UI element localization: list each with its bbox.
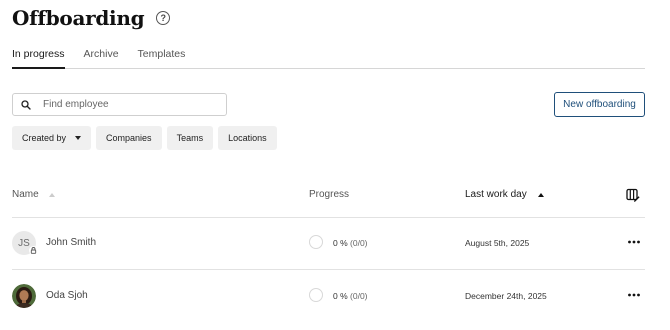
progress-fraction: (0/0) xyxy=(350,238,368,248)
filter-locations[interactable]: Locations xyxy=(218,126,277,150)
sort-ascending-icon xyxy=(537,192,544,197)
row-divider xyxy=(12,269,645,270)
filter-created-by-label: Created by xyxy=(22,133,67,143)
filter-teams[interactable]: Teams xyxy=(166,126,214,150)
progress-value: 0 % (0/0) xyxy=(333,238,368,248)
column-header-last-work-day-label: Last work day xyxy=(465,189,527,200)
progress-ring-icon xyxy=(309,235,323,249)
more-options-icon[interactable] xyxy=(627,288,641,302)
tab-templates[interactable]: Templates xyxy=(138,46,186,69)
last-work-day: December 24th, 2025 xyxy=(465,291,547,301)
column-settings-icon[interactable] xyxy=(626,188,640,207)
progress-percent: 0 % xyxy=(333,238,348,248)
search-box[interactable] xyxy=(12,93,227,116)
avatar xyxy=(12,284,36,308)
table-header-divider xyxy=(12,217,645,218)
table-row[interactable]: Oda Sjoh 0 % (0/0) December 24th, 2025 xyxy=(0,277,670,317)
tab-in-progress[interactable]: In progress xyxy=(12,46,65,69)
progress-fraction: (0/0) xyxy=(350,291,368,301)
tab-bar: In progress Archive Templates xyxy=(12,46,645,69)
employee-name[interactable]: John Smith xyxy=(46,237,96,248)
progress-ring-icon xyxy=(309,288,323,302)
filter-companies[interactable]: Companies xyxy=(96,126,162,150)
filter-created-by[interactable]: Created by xyxy=(12,126,92,150)
more-options-icon[interactable] xyxy=(627,235,641,249)
caret-down-icon xyxy=(75,136,82,140)
column-header-last-work-day[interactable]: Last work day xyxy=(465,189,544,200)
column-header-name[interactable]: Name xyxy=(12,189,55,200)
search-input[interactable] xyxy=(43,99,203,110)
employee-name[interactable]: Oda Sjoh xyxy=(46,290,88,301)
page-title: Offboarding xyxy=(12,6,145,30)
filter-bar: Created by Companies Teams Locations xyxy=(12,126,282,150)
tab-archive[interactable]: Archive xyxy=(84,46,119,69)
progress-percent: 0 % xyxy=(333,291,348,301)
sort-icon xyxy=(48,192,55,197)
search-icon xyxy=(21,99,31,110)
new-offboarding-button[interactable]: New offboarding xyxy=(554,92,645,117)
lock-icon xyxy=(29,246,38,255)
progress-value: 0 % (0/0) xyxy=(333,291,368,301)
page-header: Offboarding ? xyxy=(12,6,171,30)
column-header-progress-label: Progress xyxy=(309,189,350,200)
table-row[interactable]: JS John Smith 0 % (0/0) August 5th, 2025 xyxy=(0,224,670,264)
last-work-day: August 5th, 2025 xyxy=(465,238,530,248)
column-header-progress: Progress xyxy=(309,189,349,200)
question-circle-icon[interactable]: ? xyxy=(156,11,171,25)
column-header-name-label: Name xyxy=(12,189,39,200)
